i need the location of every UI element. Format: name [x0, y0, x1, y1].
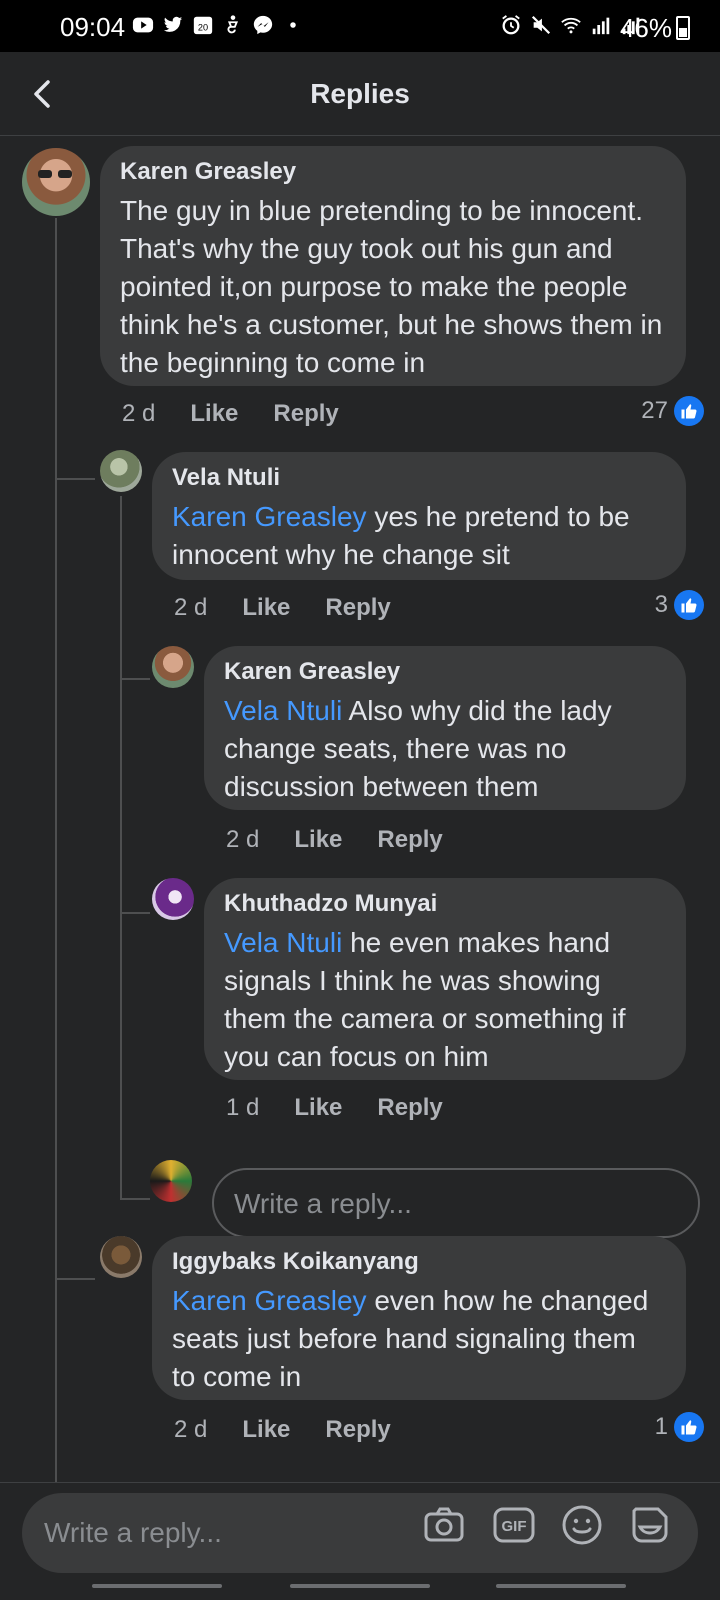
comment-time: 2 d	[174, 594, 208, 621]
comment-bubble[interactable]: Karen Greasley Vela Ntuli Also why did t…	[204, 646, 686, 810]
thread-branch-1	[55, 478, 95, 480]
composer-placeholder: Write a reply...	[44, 1517, 222, 1548]
reply-composer: Write a reply... GIF	[0, 1482, 720, 1600]
comment-actions: 2 d Like Reply	[174, 594, 391, 622]
reaction-count[interactable]: 1	[655, 1412, 704, 1442]
mention-link[interactable]: Vela Ntuli	[224, 695, 342, 726]
reply-button[interactable]: Reply	[273, 400, 338, 428]
avatar-sunglasses-icon	[38, 170, 72, 178]
comment-text: Vela Ntuli he even makes hand signals I …	[224, 924, 666, 1076]
notification-icons: 20	[132, 14, 304, 36]
thread-line-sub	[120, 496, 122, 1198]
comment-author[interactable]: Karen Greasley	[120, 158, 666, 186]
comment-author[interactable]: Khuthadzo Munyai	[224, 890, 666, 918]
thumbs-up-icon	[674, 590, 704, 620]
thumbs-up-icon	[674, 1412, 704, 1442]
battery-icon	[676, 16, 690, 40]
thread-branch-3	[120, 912, 150, 914]
calendar-day: 20	[198, 23, 208, 33]
like-button[interactable]: Like	[294, 826, 342, 854]
comment-bubble[interactable]: Iggybaks Koikanyang Karen Greasley even …	[152, 1236, 686, 1400]
camera-icon[interactable]	[422, 1503, 466, 1547]
mute-icon	[531, 15, 551, 35]
avatar[interactable]	[22, 148, 90, 216]
reply-button[interactable]: Reply	[325, 1416, 390, 1444]
reply-button[interactable]: Reply	[377, 826, 442, 854]
comment-time: 2 d	[226, 826, 260, 853]
like-button[interactable]: Like	[242, 594, 290, 622]
comment-actions: 2 d Like Reply	[174, 1416, 391, 1444]
nav-back-hint	[496, 1584, 626, 1588]
reply-button[interactable]: Reply	[325, 594, 390, 622]
replies-header: Replies	[0, 52, 720, 136]
status-bar: 09:04 20 46%	[0, 0, 720, 52]
reply-button[interactable]: Reply	[377, 1094, 442, 1122]
calendar-icon: 20	[193, 16, 213, 35]
gif-icon[interactable]: GIF	[492, 1503, 536, 1547]
comment-text: Vela Ntuli Also why did the lady change …	[224, 692, 666, 806]
dot-icon	[290, 22, 296, 28]
reaction-count[interactable]: 27	[641, 396, 704, 426]
nav-home-hint	[290, 1584, 430, 1588]
like-button[interactable]: Like	[294, 1094, 342, 1122]
comment-author[interactable]: Iggybaks Koikanyang	[172, 1248, 666, 1276]
reply-placeholder: Write a reply...	[234, 1188, 412, 1219]
comment-bubble[interactable]: Khuthadzo Munyai Vela Ntuli he even make…	[204, 878, 686, 1080]
comment-text: The guy in blue pretending to be innocen…	[120, 192, 666, 382]
reaction-count[interactable]: 3	[655, 590, 704, 620]
youtube-icon	[132, 17, 154, 33]
like-button[interactable]: Like	[190, 400, 238, 428]
battery-percent: 46%	[619, 13, 672, 43]
thread-branch-2	[120, 678, 150, 680]
nav-recent-hint	[92, 1584, 222, 1588]
thread-branch-5	[55, 1278, 95, 1280]
sticker-icon[interactable]	[628, 1503, 672, 1547]
emoji-icon[interactable]	[560, 1503, 604, 1547]
comment-text: Karen Greasley yes he pretend to be inno…	[172, 498, 666, 574]
comment-bubble[interactable]: Vela Ntuli Karen Greasley yes he pretend…	[152, 452, 686, 580]
comment-actions: 2 d Like Reply	[226, 826, 443, 854]
comment-bubble[interactable]: Karen Greasley The guy in blue pretendin…	[100, 146, 686, 386]
mention-link[interactable]: Karen Greasley	[172, 501, 367, 532]
avatar[interactable]	[100, 1236, 142, 1278]
wifi-icon	[561, 17, 581, 34]
twitter-icon	[163, 16, 183, 32]
page-title: Replies	[310, 78, 410, 109]
comment-author[interactable]: Vela Ntuli	[172, 464, 666, 492]
accessibility-icon	[227, 15, 239, 34]
avatar[interactable]	[152, 646, 194, 688]
like-count: 27	[641, 397, 668, 424]
mention-link[interactable]: Karen Greasley	[172, 1285, 367, 1316]
comment-actions: 1 d Like Reply	[226, 1094, 443, 1122]
gif-label: GIF	[502, 1518, 527, 1535]
alarm-icon	[502, 15, 520, 35]
inline-reply-input[interactable]: Write a reply...	[212, 1168, 700, 1238]
like-button[interactable]: Like	[242, 1416, 290, 1444]
thread-line-main	[55, 218, 57, 1482]
mention-link[interactable]: Vela Ntuli	[224, 927, 342, 958]
like-count: 1	[654, 1413, 668, 1440]
thread-branch-4	[120, 1198, 150, 1200]
thumbs-up-icon	[674, 396, 704, 426]
avatar[interactable]	[152, 878, 194, 920]
comment-time: 1 d	[226, 1094, 260, 1121]
signal-icon	[592, 17, 610, 35]
avatar[interactable]	[100, 450, 142, 492]
current-user-avatar	[150, 1160, 192, 1202]
comment-time: 2 d	[174, 1416, 208, 1443]
comment-actions: 2 d Like Reply	[122, 400, 339, 428]
status-time: 09:04	[60, 12, 126, 42]
comment-text: Karen Greasley even how he changed seats…	[172, 1282, 666, 1396]
comment-body: The guy in blue pretending to be innocen…	[120, 195, 663, 378]
like-count: 3	[654, 591, 668, 618]
comment-author[interactable]: Karen Greasley	[224, 658, 666, 686]
messenger-icon	[253, 15, 273, 35]
comment-time: 2 d	[122, 400, 156, 427]
